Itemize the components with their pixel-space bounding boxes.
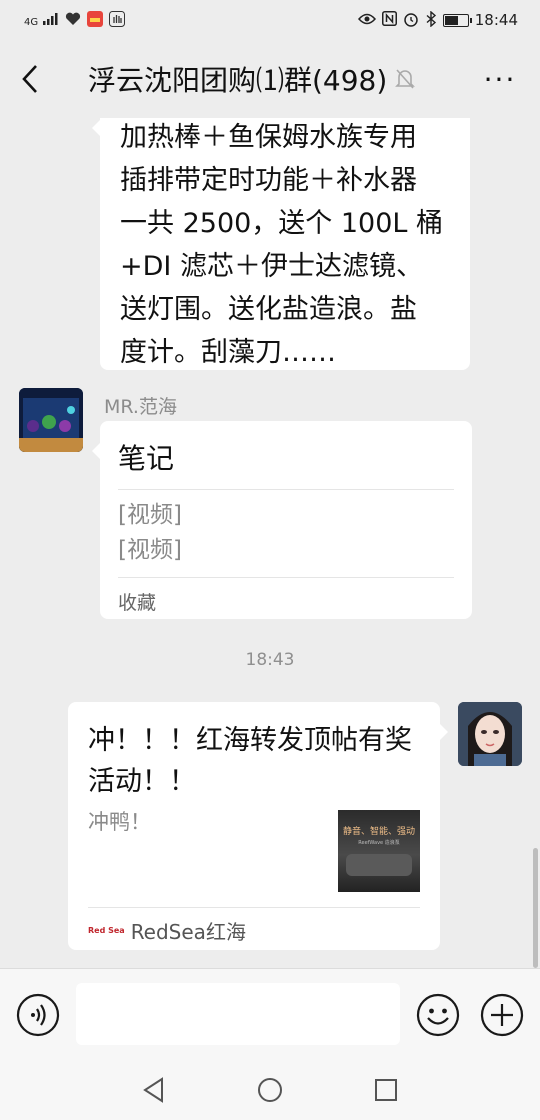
source-name: RedSea红海 [130, 920, 246, 944]
note-card[interactable]: 笔记 [视频] [视频] 收藏 [92, 421, 472, 619]
message-input[interactable] [76, 983, 400, 1045]
divider [118, 489, 454, 490]
hand-icon [108, 10, 125, 30]
status-time: 18:44 [474, 11, 518, 29]
status-left: 4G [24, 10, 125, 30]
app-notification-icon [86, 10, 103, 30]
message-timestamp: 18:43 [245, 650, 295, 670]
smiley-icon [416, 993, 460, 1037]
girl-avatar-image [458, 702, 522, 766]
triangle-back-icon [143, 1077, 163, 1103]
more-options-button[interactable]: ··· [460, 40, 540, 118]
emoji-button[interactable] [416, 993, 460, 1037]
message-line: 一共 2500，送个 100L 桶 [120, 208, 444, 239]
more-dots-icon: ··· [483, 62, 517, 96]
aquarium-avatar-image [19, 388, 83, 452]
heart-icon [65, 12, 81, 29]
message-bubble-text[interactable]: 加热棒＋鱼保姆水族专用 插排带定时功能＋补水器 一共 2500，送个 100L … [92, 118, 470, 370]
message-line: 插排带定时功能＋补水器 [120, 165, 417, 196]
eye-icon [357, 13, 376, 28]
link-title: 冲！！！红海转发顶帖有奖活动！！ [88, 725, 412, 797]
back-button[interactable] [0, 40, 60, 118]
chat-area[interactable]: 加热棒＋鱼保姆水族专用 插排带定时功能＋补水器 一共 2500，送个 100L … [0, 118, 540, 968]
message-line: 加热棒＋鱼保姆水族专用 [120, 122, 417, 153]
bell-off-icon [395, 68, 416, 90]
title-area: 浮云沈阳团购⑴群(498) [60, 59, 460, 99]
link-source: Red Sea RedSea红海 [88, 907, 420, 945]
redsea-logo-icon: Red Sea [88, 926, 125, 935]
bluetooth-icon [425, 9, 437, 30]
note-footer: 收藏 [118, 577, 454, 615]
circle-home-icon [258, 1078, 282, 1102]
link-card[interactable]: 冲！！！红海转发顶帖有奖活动！！ 冲鸭！ 静音、智能、强动 ReefWave 造… [68, 702, 448, 950]
status-bar: 4G 18:44 [0, 0, 540, 40]
status-right: 18:44 [357, 9, 518, 30]
nfc-icon [381, 11, 397, 29]
more-functions-button[interactable] [480, 993, 524, 1037]
thumbnail-text: 静音、智能、强动 [342, 827, 415, 837]
message-line: +DI 滤芯＋伊士达滤镜、 [120, 251, 423, 282]
note-title: 笔记 [118, 442, 175, 475]
scrollbar[interactable] [533, 848, 538, 968]
square-recents-icon [375, 1079, 397, 1101]
battery-icon [442, 13, 472, 27]
nav-back-button[interactable] [140, 1076, 168, 1104]
nav-home-button[interactable] [256, 1076, 284, 1104]
pump-image [346, 854, 412, 876]
voice-input-button[interactable] [16, 993, 60, 1037]
message-line: 送灯围。送化盐造浪。盐 [120, 294, 417, 325]
note-item: [视频] [118, 502, 182, 528]
chevron-left-icon [22, 65, 37, 93]
plus-circle-icon [480, 993, 524, 1037]
alarm-icon [403, 11, 419, 30]
my-avatar[interactable] [458, 702, 522, 766]
thumbnail-subtext: ReefWave 造浪泵 [358, 840, 400, 846]
note-item: [视频] [118, 537, 182, 563]
sender-name: MR.范海 [104, 396, 177, 418]
link-thumbnail: 静音、智能、强动 ReefWave 造浪泵 [338, 810, 420, 892]
message-line: 度计。刮藻刀…… [120, 337, 336, 368]
chat-header: 浮云沈阳团购⑴群(498) ··· [0, 40, 540, 118]
link-description: 冲鸭！ [88, 810, 151, 834]
signal-icon: 4G [24, 12, 59, 28]
voice-icon [16, 993, 60, 1037]
system-nav-bar [0, 1060, 540, 1120]
input-bar [0, 968, 540, 1060]
sender-avatar[interactable] [19, 388, 83, 452]
nav-recents-button[interactable] [372, 1076, 400, 1104]
network-type: 4G [24, 16, 39, 28]
chat-title: 浮云沈阳团购⑴群(498) [88, 64, 388, 97]
